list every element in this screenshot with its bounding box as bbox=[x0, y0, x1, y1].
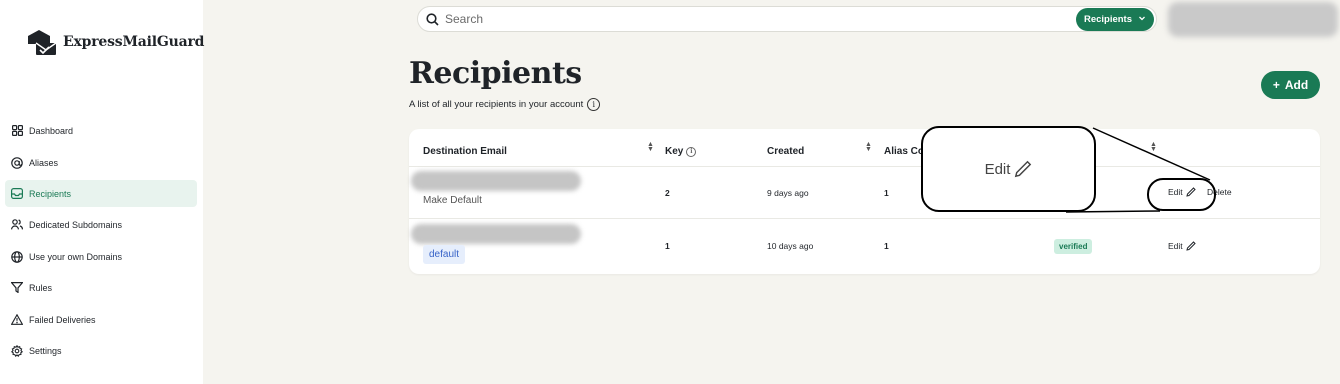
status-badge: verified bbox=[1054, 239, 1093, 254]
mail-guard-logo-icon bbox=[28, 30, 57, 55]
column-header-label: Key bbox=[665, 146, 684, 157]
gear-icon bbox=[11, 344, 23, 357]
search-icon bbox=[426, 12, 439, 26]
page-subtitle: A list of all your recipients in your ac… bbox=[409, 98, 601, 111]
sidebar-item-label: Use your own Domains bbox=[29, 251, 123, 262]
page-subtitle-text: A list of all your recipients in your ac… bbox=[409, 99, 584, 110]
zoom-callout: Edit bbox=[921, 126, 1096, 212]
search-bar[interactable]: Recipients bbox=[417, 6, 1157, 32]
column-header-key[interactable]: Key i bbox=[665, 146, 697, 157]
user-menu-blurred[interactable] bbox=[1168, 2, 1338, 37]
column-header-label: Destination Email bbox=[423, 146, 507, 157]
created-value: 10 days ago bbox=[767, 241, 814, 251]
dashboard-grid-icon bbox=[11, 125, 23, 137]
sidebar-item-settings[interactable]: Settings bbox=[5, 337, 197, 364]
column-header-label: Alias Co bbox=[884, 146, 925, 157]
column-header-created[interactable]: Created bbox=[767, 146, 804, 157]
column-header-alias-count[interactable]: Alias Co bbox=[884, 146, 924, 157]
users-icon bbox=[11, 219, 23, 231]
sidebar-item-label: Settings bbox=[29, 345, 62, 356]
search-scope-label: Recipients bbox=[1083, 14, 1132, 25]
sort-icon[interactable]: ▲ ▼ bbox=[1150, 141, 1157, 153]
email-blurred bbox=[411, 171, 581, 191]
pencil-icon bbox=[1015, 160, 1032, 178]
sidebar-item-aliases[interactable]: Aliases bbox=[5, 149, 197, 176]
sidebar-item-rules[interactable]: Rules bbox=[5, 274, 197, 301]
alias-count-value: 1 bbox=[884, 188, 889, 198]
info-icon[interactable]: i bbox=[587, 98, 601, 111]
sidebar-item-failed-deliveries[interactable]: Failed Deliveries bbox=[5, 306, 197, 333]
email-blurred bbox=[411, 224, 581, 244]
sidebar-item-dedicated-subdomains[interactable]: Dedicated Subdomains bbox=[5, 211, 197, 238]
inbox-icon bbox=[11, 188, 23, 200]
sidebar: ExpressMailGuard Dashboard Aliases Recip… bbox=[0, 0, 204, 384]
search-input[interactable] bbox=[445, 12, 1065, 26]
column-header-label: Created bbox=[767, 146, 805, 157]
edit-label: Edit bbox=[1168, 241, 1183, 251]
row-divider bbox=[409, 218, 1320, 219]
add-recipient-button[interactable]: + Add bbox=[1261, 71, 1320, 99]
filter-icon bbox=[11, 282, 23, 294]
sidebar-item-recipients[interactable]: Recipients bbox=[5, 180, 197, 207]
warning-triangle-icon bbox=[11, 314, 23, 326]
chevron-down-icon bbox=[1139, 16, 1145, 21]
search-scope-dropdown[interactable]: Recipients bbox=[1075, 8, 1154, 31]
edit-button[interactable]: Edit bbox=[1168, 241, 1196, 251]
callout-edit-label: Edit bbox=[984, 160, 1011, 178]
column-header-destination-email[interactable]: Destination Email bbox=[423, 146, 507, 157]
make-default-link[interactable]: Make Default bbox=[423, 195, 482, 206]
key-value: 2 bbox=[665, 188, 670, 198]
sidebar-item-label: Rules bbox=[29, 282, 53, 293]
brand-name: ExpressMailGuard bbox=[63, 34, 205, 50]
sidebar-item-label: Dashboard bbox=[29, 125, 74, 136]
sidebar-item-label: Dedicated Subdomains bbox=[29, 219, 123, 230]
sidebar-item-label: Failed Deliveries bbox=[29, 314, 96, 325]
pencil-icon bbox=[1185, 241, 1196, 251]
sidebar-item-label: Recipients bbox=[29, 188, 72, 199]
page-title: Recipients bbox=[409, 56, 582, 91]
brand-logo[interactable]: ExpressMailGuard bbox=[25, 28, 204, 56]
default-badge: default bbox=[423, 245, 466, 264]
alias-count-value: 1 bbox=[884, 241, 889, 251]
sidebar-item-label: Aliases bbox=[29, 157, 59, 168]
sidebar-item-dashboard[interactable]: Dashboard bbox=[5, 117, 197, 144]
sort-icon[interactable]: ▲ ▼ bbox=[865, 141, 872, 153]
created-value: 9 days ago bbox=[767, 188, 809, 198]
info-icon[interactable]: i bbox=[686, 146, 697, 157]
globe-icon bbox=[11, 250, 23, 263]
add-button-label: Add bbox=[1284, 78, 1309, 92]
highlight-ring bbox=[1147, 178, 1216, 211]
sort-icon[interactable]: ▲ ▼ bbox=[647, 141, 654, 153]
key-value: 1 bbox=[665, 241, 670, 251]
sidebar-item-own-domains[interactable]: Use your own Domains bbox=[5, 243, 197, 270]
header-divider bbox=[409, 166, 1320, 167]
plus-icon: + bbox=[1272, 78, 1280, 92]
at-sign-icon bbox=[11, 156, 23, 169]
